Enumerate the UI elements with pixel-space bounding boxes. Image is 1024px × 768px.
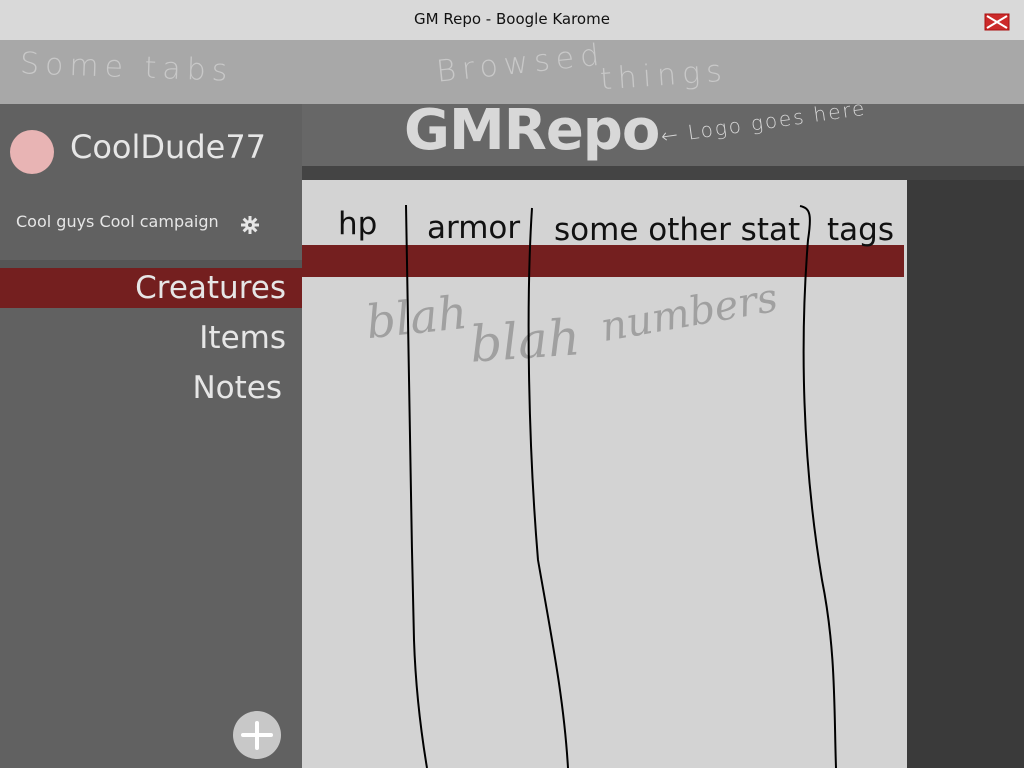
column-divider [527, 207, 569, 768]
avatar[interactable] [10, 130, 54, 174]
settings-button[interactable] [240, 215, 260, 235]
close-icon [984, 13, 1010, 31]
header-shadow [302, 166, 1024, 180]
sidebar-divider [0, 260, 302, 268]
column-divider [405, 204, 428, 768]
sidebar-item-creatures[interactable]: Creatures [0, 268, 302, 308]
app-logo: GMRepo [404, 98, 660, 163]
close-button[interactable] [984, 12, 1010, 32]
username: CoolDude77 [70, 128, 267, 166]
plus-icon [241, 721, 273, 750]
sidebar-item-items[interactable]: Items [0, 318, 302, 358]
sidebar-item-notes[interactable]: Notes [0, 368, 302, 408]
sketch-note-tabs: Some tabs [19, 46, 234, 89]
campaign-name: Cool guys Cool campaign [16, 212, 219, 231]
right-gutter [907, 180, 1024, 768]
gear-icon [241, 216, 259, 234]
window-title: GM Repo - Boogle Karome [414, 10, 610, 28]
column-dividers [405, 204, 837, 768]
add-button[interactable] [233, 711, 281, 759]
column-divider [799, 205, 837, 768]
